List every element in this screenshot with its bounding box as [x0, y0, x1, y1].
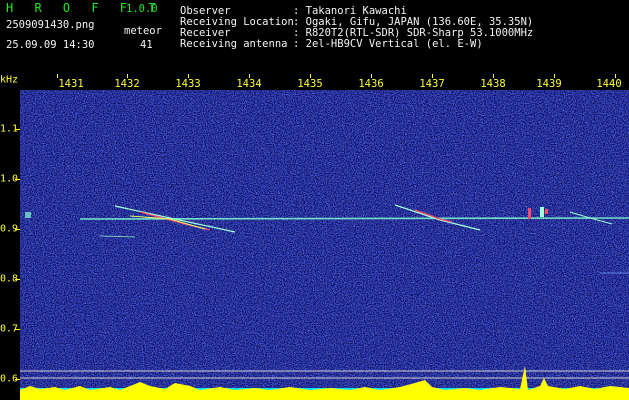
app-version: 1.0.0 [126, 3, 158, 15]
capture-datetime: 25.09.09 14:30 [6, 39, 95, 51]
tick-label-1435: 1435 [297, 78, 323, 90]
meteor-burst [540, 207, 544, 217]
tick-label-1437: 1437 [419, 78, 445, 90]
tick-label-1434: 1434 [236, 78, 262, 90]
y-unit-label: kHz [0, 74, 19, 86]
meteor-burst [528, 208, 531, 219]
tick-label-1438: 1438 [480, 78, 506, 90]
tick-label-1431: 1431 [58, 78, 84, 90]
tick-label-1436: 1436 [358, 78, 384, 90]
tick-label-1439: 1439 [536, 78, 562, 90]
header-panel: H R O F F T 1.0.0 2509091430.png 25.09.0… [0, 0, 629, 74]
meteor-count: 41 [140, 39, 153, 51]
noise-speckle [20, 90, 629, 400]
meteor-burst [545, 209, 548, 214]
frequency-axis: kHz 1.1 1.0 0.9 0.8 0.7 0.6 [0, 74, 20, 400]
spectrogram [20, 90, 629, 400]
tick-label-1440: 1440 [596, 78, 622, 90]
time-axis: 1431 1432 1433 1434 1435 1436 1437 1438 … [0, 74, 629, 90]
tick-label-1432: 1432 [114, 78, 140, 90]
antenna-label: Receiving antenna [180, 38, 288, 50]
antenna-value: : 2el-HB9CV Vertical (el. E-W) [293, 38, 483, 50]
image-filename: 2509091430.png [6, 19, 95, 31]
tick-label-1433: 1433 [175, 78, 201, 90]
meteor-label: meteor [124, 25, 162, 37]
meteor-burst [25, 212, 31, 218]
